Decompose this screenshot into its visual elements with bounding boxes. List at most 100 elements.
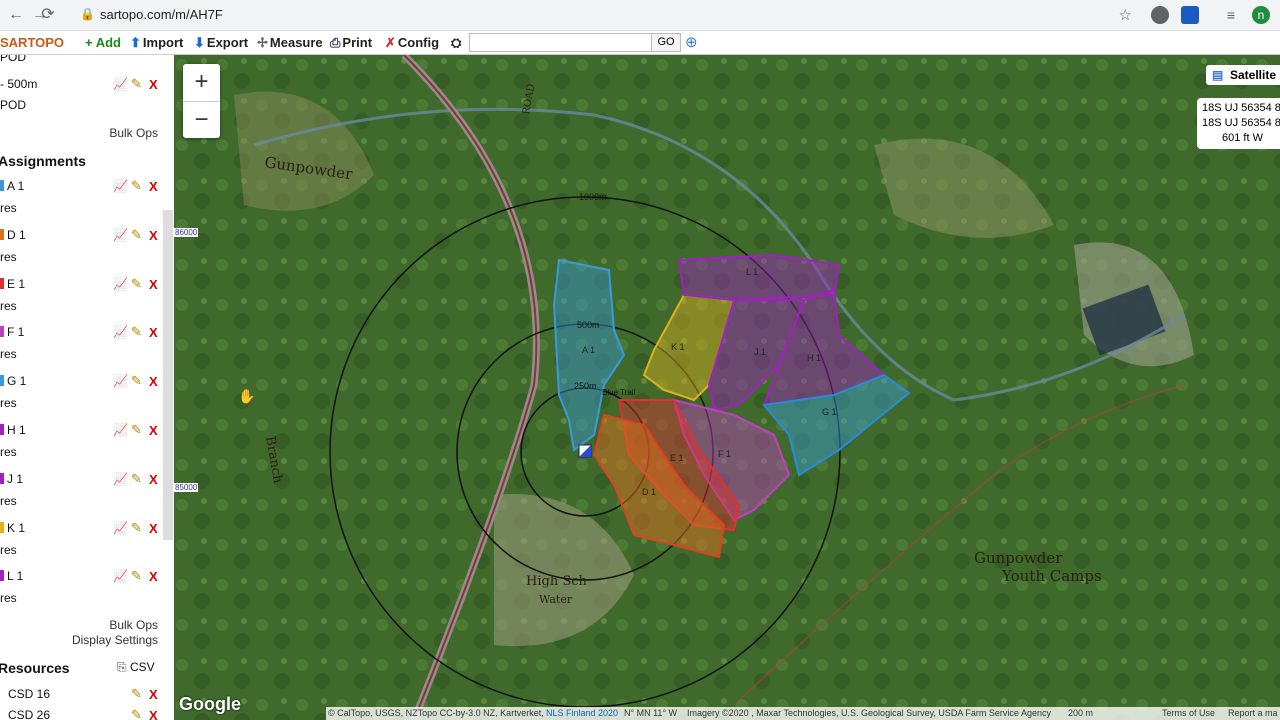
chart-icon[interactable]: 📈 xyxy=(113,423,128,437)
edit-icon[interactable]: ✎ xyxy=(131,178,142,194)
assignment-name: J 1 xyxy=(7,471,24,486)
chart-icon[interactable]: 📈 xyxy=(113,179,128,193)
print-label: Print xyxy=(342,35,373,50)
assignment-color-swatch xyxy=(0,424,4,435)
profile-avatar[interactable]: n xyxy=(1252,6,1270,24)
delete-icon[interactable]: X xyxy=(149,228,158,243)
item-tools: 📈 ✎ X xyxy=(113,276,163,293)
go-button[interactable]: GO xyxy=(651,33,681,52)
terms-link[interactable]: Terms of Use xyxy=(1162,707,1215,720)
export-button[interactable]: ⬇ Export xyxy=(194,35,248,51)
assignment-item[interactable]: A 1 📈 ✎ X xyxy=(0,178,163,197)
report-link[interactable]: Report a ma xyxy=(1228,707,1278,720)
assignment-label: J 1 xyxy=(0,472,23,486)
address-bar[interactable]: 🔒 sartopo.com/m/AH7F ☆ xyxy=(70,3,1144,27)
add-button[interactable]: + Add xyxy=(85,35,121,50)
chart-icon[interactable]: 📈 xyxy=(113,325,128,339)
resources-header[interactable]: Resources xyxy=(0,660,70,676)
assignment-color-swatch xyxy=(0,326,4,338)
extension-icon[interactable] xyxy=(1151,6,1169,24)
config-button[interactable]: ✗ Config xyxy=(385,35,439,51)
assignment-label: K 1 xyxy=(0,521,25,535)
chart-icon[interactable]: 📈 xyxy=(113,374,128,388)
resource-item[interactable]: CSD 26 ✎ X xyxy=(0,707,163,720)
edit-icon[interactable]: ✎ xyxy=(131,707,142,720)
measure-button[interactable]: ✢ Measure xyxy=(257,35,323,51)
delete-icon[interactable]: X xyxy=(149,569,158,584)
assignment-item[interactable]: K 1 📈 ✎ X xyxy=(0,520,163,539)
star-icon[interactable]: ☆ xyxy=(1119,6,1132,24)
delete-icon[interactable]: X xyxy=(149,179,158,194)
resource-item[interactable]: CSD 16 ✎ X xyxy=(0,686,163,705)
extension-icon[interactable] xyxy=(1181,6,1199,24)
zoom-out-button[interactable]: − xyxy=(183,102,220,139)
item-tools: 📈 ✎ X xyxy=(113,471,163,488)
attribution-text: © CalTopo, USGS, NZTopo CC-by-3.0 NZ, Ka… xyxy=(328,708,544,718)
chart-icon[interactable]: 📈 xyxy=(113,228,128,242)
assignment-item[interactable]: F 1 📈 ✎ X xyxy=(0,324,163,343)
delete-icon[interactable]: X xyxy=(149,687,158,702)
edit-icon[interactable]: ✎ xyxy=(131,227,142,243)
import-label: Import xyxy=(142,35,184,50)
edit-icon[interactable]: ✎ xyxy=(131,686,142,702)
assignment-color-swatch xyxy=(0,375,4,387)
list-item[interactable]: - 500m 📈 ✎ X xyxy=(0,76,163,95)
chart-icon[interactable]: 📈 xyxy=(113,472,128,486)
delete-icon[interactable]: X xyxy=(149,521,158,536)
assignment-subtext: res xyxy=(0,591,17,606)
edit-icon[interactable]: ✎ xyxy=(131,568,142,584)
delete-icon[interactable]: X xyxy=(149,374,158,389)
zoom-in-button[interactable]: + xyxy=(183,64,220,102)
assignment-subtext: res xyxy=(0,249,17,264)
delete-icon[interactable]: X xyxy=(149,708,158,720)
edit-icon[interactable]: ✎ xyxy=(131,76,142,92)
app-logo[interactable]: SARTOPO xyxy=(0,35,64,50)
map-canvas[interactable]: 1000m 500m 250m Blue Trail A 1 K 1 L 1 J… xyxy=(174,55,1280,720)
back-icon[interactable]: ← xyxy=(6,5,26,25)
assignment-item[interactable]: G 1 📈 ✎ X xyxy=(0,373,163,392)
display-settings-link[interactable]: Display Settings xyxy=(72,633,158,647)
assignments-header[interactable]: Assignments xyxy=(0,153,86,169)
trail-label: Blue Trail xyxy=(602,388,636,397)
edit-icon[interactable]: ✎ xyxy=(131,324,142,340)
delete-icon[interactable]: X xyxy=(149,325,158,340)
search-input[interactable] xyxy=(469,33,653,52)
csv-button[interactable]: ⎘ CSV xyxy=(117,660,155,675)
delete-icon[interactable]: X xyxy=(149,277,158,292)
sidebar-scrollbar[interactable] xyxy=(163,210,173,540)
assignment-item[interactable]: J 1 📈 ✎ X xyxy=(0,471,163,490)
locate-icon[interactable]: ⊕ xyxy=(685,33,698,51)
reading-list-icon[interactable]: ≡ xyxy=(1222,6,1240,24)
edit-icon[interactable]: ✎ xyxy=(131,471,142,487)
edit-icon[interactable]: ✎ xyxy=(131,520,142,536)
delete-icon[interactable]: X xyxy=(149,423,158,438)
binoculars-icon[interactable]: ⛭ xyxy=(451,35,461,51)
assignment-item[interactable]: D 1 📈 ✎ X xyxy=(0,227,163,246)
place-label: Water xyxy=(539,593,573,606)
item-tools: 📈 ✎ X xyxy=(113,568,163,585)
reload-icon[interactable]: ⟳ xyxy=(38,5,58,25)
nls-link[interactable]: NLS Finland 2020 xyxy=(546,707,618,720)
edit-icon[interactable]: ✎ xyxy=(131,422,142,438)
base-layer-button[interactable]: ▤ Satellite xyxy=(1206,65,1280,85)
chart-icon[interactable]: 📈 xyxy=(113,277,128,291)
print-button[interactable]: ⎙ Print xyxy=(330,35,372,51)
assignment-polygon-l1[interactable] xyxy=(677,253,841,302)
measure-icon: ✢ xyxy=(257,35,268,50)
layer-label: Satellite xyxy=(1230,68,1277,82)
bulk-ops-link[interactable]: Bulk Ops xyxy=(109,126,158,140)
chart-icon[interactable]: 📈 xyxy=(113,77,128,91)
assignment-color-swatch xyxy=(0,277,4,289)
chart-icon[interactable]: 📈 xyxy=(113,569,128,583)
assignment-item[interactable]: E 1 📈 ✎ X xyxy=(0,276,163,295)
import-button[interactable]: ⬆ Import xyxy=(130,35,183,51)
assignment-item[interactable]: H 1 📈 ✎ X xyxy=(0,422,163,441)
delete-icon[interactable]: X xyxy=(149,472,158,487)
assignment-item[interactable]: L 1 📈 ✎ X xyxy=(0,568,163,587)
edit-icon[interactable]: ✎ xyxy=(131,373,142,389)
delete-icon[interactable]: X xyxy=(149,77,158,92)
scale-text: 200 m xyxy=(1068,708,1094,718)
chart-icon[interactable]: 📈 xyxy=(113,521,128,535)
edit-icon[interactable]: ✎ xyxy=(131,276,142,292)
bulk-ops-link[interactable]: Bulk Ops xyxy=(109,618,158,632)
